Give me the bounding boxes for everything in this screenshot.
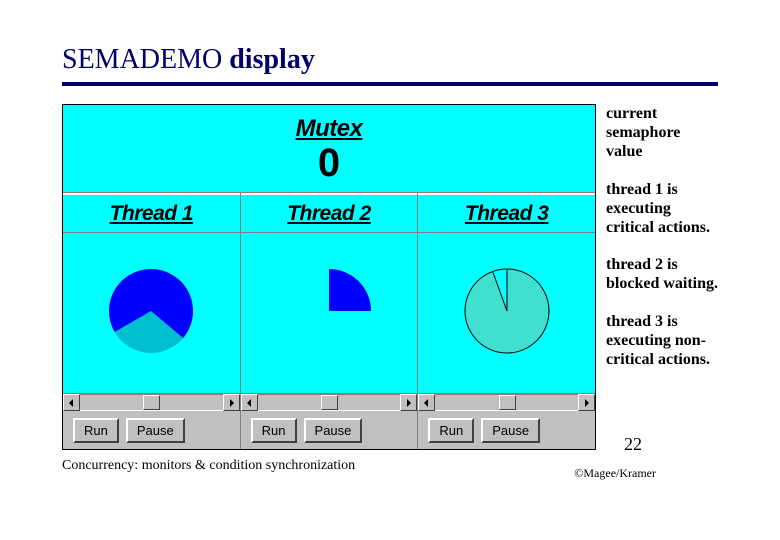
thread-header: Thread 2 — [241, 193, 418, 233]
thread-pie-area — [63, 233, 240, 393]
scroll-track[interactable] — [435, 394, 578, 411]
thread-scrollbar[interactable] — [241, 393, 418, 411]
slide-title: SEMADEMO display — [62, 44, 718, 76]
scroll-left-button[interactable] — [63, 394, 80, 411]
note-mutex: current semaphore value — [606, 104, 718, 162]
run-button[interactable]: Run — [73, 418, 119, 443]
title-prefix: SEMADEMO — [62, 44, 222, 75]
thread-scrollbar[interactable] — [63, 393, 240, 411]
scroll-thumb[interactable] — [499, 395, 516, 410]
thread-panel: Thread 2 Run Pause — [241, 193, 419, 449]
thread-button-row: Run Pause — [418, 411, 595, 449]
thread-button-row: Run Pause — [241, 411, 418, 449]
mutex-display: Mutex 0 — [63, 105, 595, 193]
thread-panel: Thread 3 Run Pause — [418, 193, 595, 449]
scroll-left-button[interactable] — [241, 394, 258, 411]
thread-name: Thread 1 — [110, 202, 194, 226]
run-button[interactable]: Run — [251, 418, 297, 443]
thread-name: Thread 2 — [287, 202, 371, 226]
title-rule — [62, 82, 718, 86]
scroll-track[interactable] — [258, 394, 401, 411]
footer-text: Concurrency: monitors & condition synchr… — [62, 458, 355, 473]
pause-button[interactable]: Pause — [481, 418, 540, 443]
thread-scrollbar[interactable] — [418, 393, 595, 411]
copyright: ©Magee/Kramer — [574, 466, 656, 481]
mutex-label: Mutex — [296, 115, 363, 143]
pause-button[interactable]: Pause — [304, 418, 363, 443]
scroll-left-button[interactable] — [418, 394, 435, 411]
pie-icon — [284, 266, 374, 361]
thread-pie-area — [418, 233, 595, 393]
note-thread1: thread 1 is executing critical actions. — [606, 180, 718, 238]
mutex-value: 0 — [318, 143, 340, 183]
scroll-thumb[interactable] — [143, 395, 160, 410]
title-suffix: display — [222, 44, 315, 75]
scroll-right-button[interactable] — [400, 394, 417, 411]
semademo-window: Mutex 0 Thread 1 Run Pause Thread 2 — [62, 104, 596, 450]
thread-button-row: Run Pause — [63, 411, 240, 449]
run-button[interactable]: Run — [428, 418, 474, 443]
pie-icon — [106, 266, 196, 361]
scroll-thumb[interactable] — [321, 395, 338, 410]
scroll-track[interactable] — [80, 394, 223, 411]
pause-button[interactable]: Pause — [126, 418, 185, 443]
scroll-right-button[interactable] — [578, 394, 595, 411]
note-thread3: thread 3 is executing non-critical actio… — [606, 312, 718, 370]
note-thread2: thread 2 is blocked waiting. — [606, 255, 718, 293]
thread-pie-area — [241, 233, 418, 393]
thread-panel: Thread 1 Run Pause — [63, 193, 241, 449]
scroll-right-button[interactable] — [223, 394, 240, 411]
pie-icon — [462, 266, 552, 361]
thread-name: Thread 3 — [465, 202, 549, 226]
page-number: 22 — [624, 434, 642, 455]
thread-header: Thread 1 — [63, 193, 240, 233]
thread-header: Thread 3 — [418, 193, 595, 233]
